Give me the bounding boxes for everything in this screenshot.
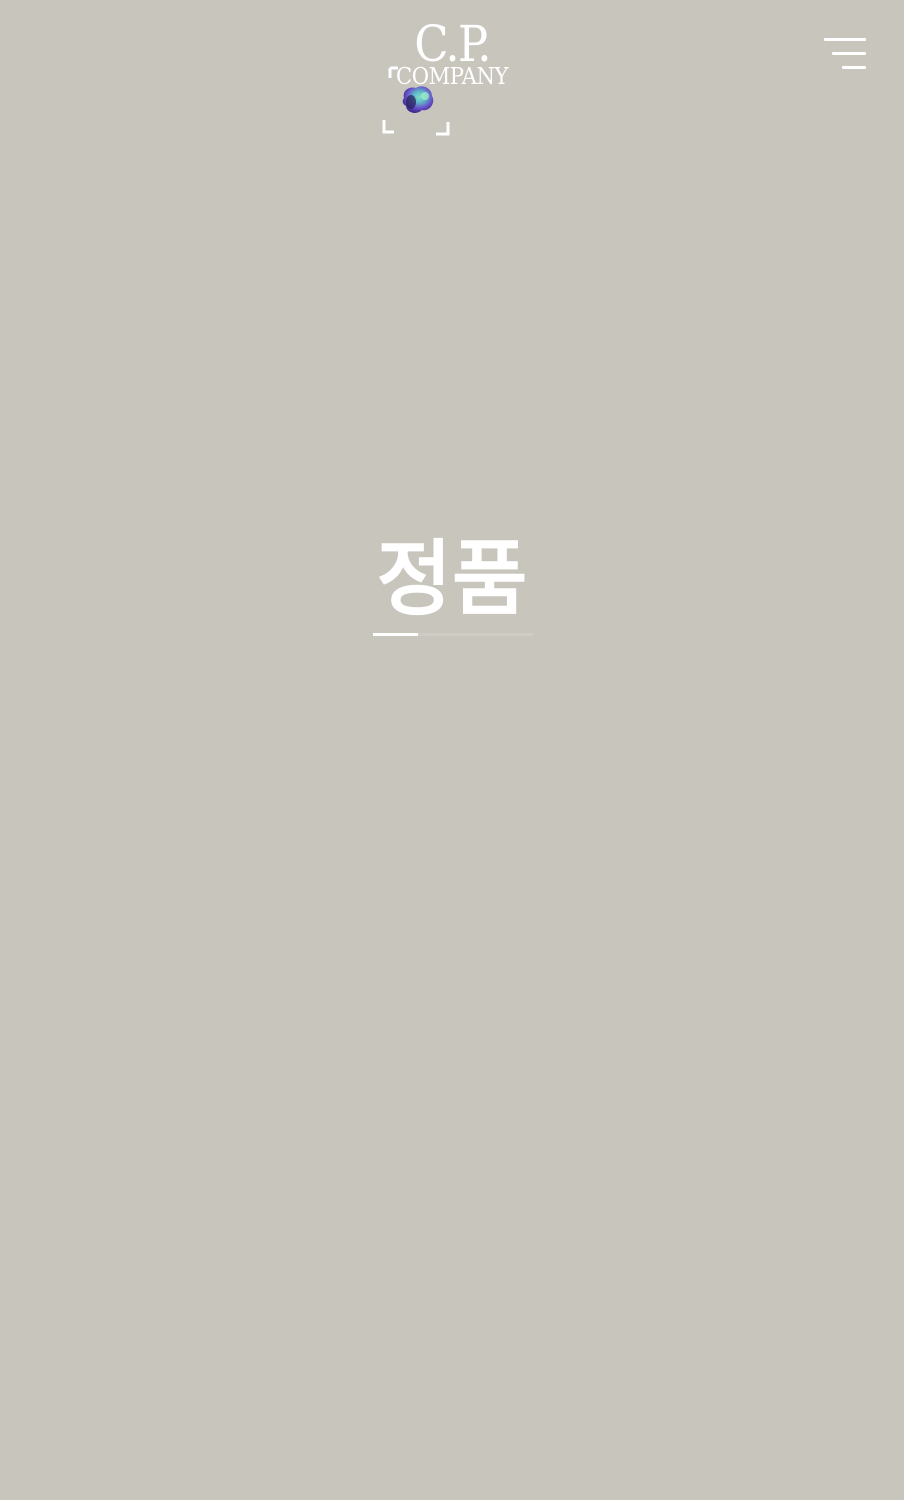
brand-logo[interactable]: C.P. COMPANY	[380, 12, 524, 144]
page-title: 정품	[376, 531, 528, 627]
scan-frame-icon	[382, 66, 450, 136]
menu-line	[832, 52, 866, 55]
progress-fill	[373, 633, 418, 636]
menu-button[interactable]	[820, 34, 870, 74]
progress-bar	[373, 633, 533, 636]
orb-icon	[402, 86, 434, 113]
hamburger-menu-icon	[824, 38, 866, 41]
menu-line	[842, 66, 866, 69]
